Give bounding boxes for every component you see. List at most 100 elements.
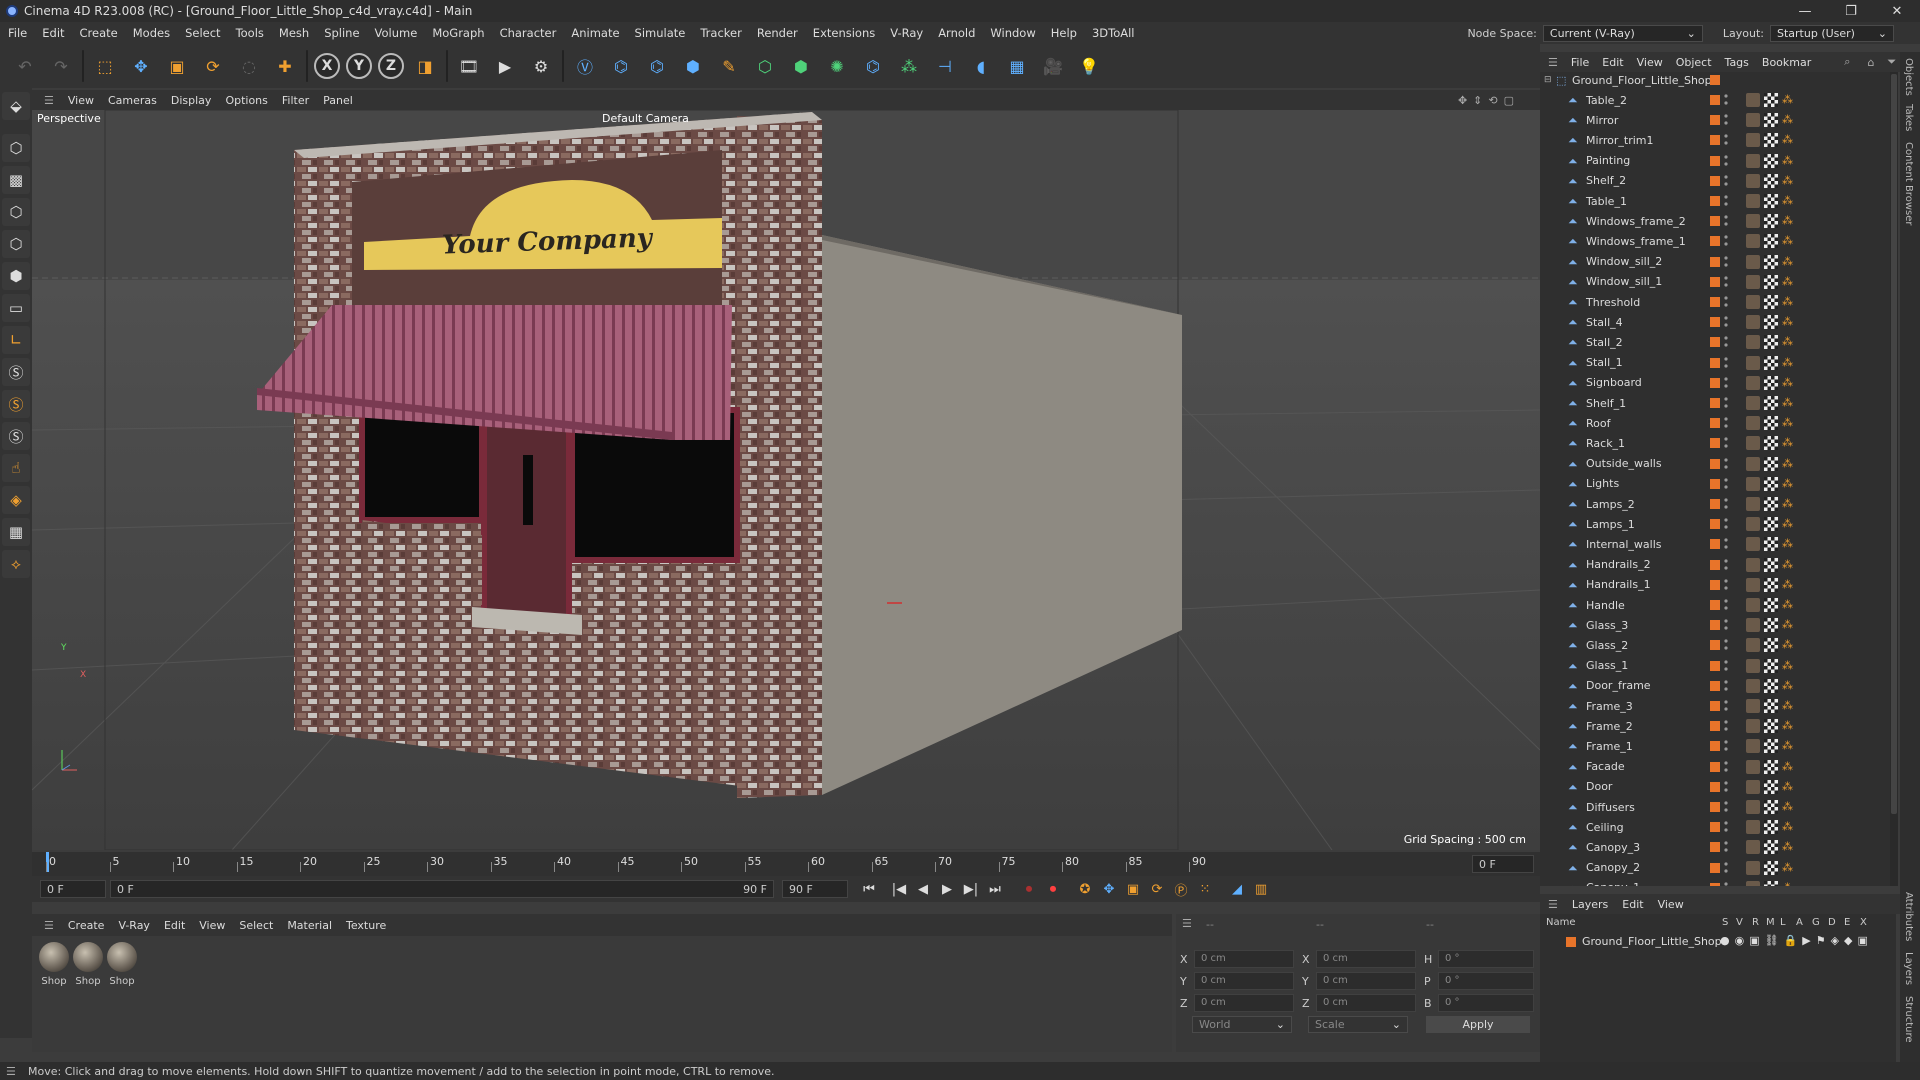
- menu-create[interactable]: Create: [80, 26, 118, 40]
- material-tag-icon[interactable]: [1746, 416, 1760, 431]
- visibility-dots-icon[interactable]: [1724, 659, 1728, 673]
- visibility-dots-icon[interactable]: [1724, 214, 1728, 228]
- material-tag-icon[interactable]: [1746, 194, 1760, 208]
- fcurve-icon[interactable]: ▥: [1250, 878, 1272, 900]
- layer-color-swatch[interactable]: [1710, 882, 1720, 886]
- scrollbar-thumb[interactable]: [1891, 74, 1897, 814]
- object-root-row[interactable]: ⊟ ⬚ Ground_Floor_Little_Shop: [1540, 72, 1886, 90]
- texture-tag-icon[interactable]: [1764, 537, 1778, 552]
- object-row[interactable]: ⏶ Windows_frame_2 ⁂: [1540, 211, 1886, 231]
- coordinate-system-icon[interactable]: ◨: [410, 51, 440, 81]
- visibility-dots-icon[interactable]: [1724, 800, 1728, 814]
- mat-menu-edit[interactable]: Edit: [164, 919, 185, 932]
- layer-row[interactable]: Ground_Floor_Little_Shop ●◉▣⛓🔒▶⚑◈◆▣: [1540, 932, 1896, 952]
- vray-tag-icon[interactable]: ⁂: [1782, 740, 1793, 751]
- hamburger-icon[interactable]: ☰: [44, 919, 54, 932]
- object-row[interactable]: ⏶ Handle ⁂: [1540, 595, 1886, 615]
- object-row[interactable]: ⏶ Table_1 ⁂: [1540, 191, 1886, 211]
- visibility-dots-icon[interactable]: [1724, 335, 1728, 349]
- material-tag-icon[interactable]: [1746, 375, 1760, 390]
- texture-tag-icon[interactable]: [1764, 295, 1778, 309]
- point-mode-icon[interactable]: ⬡: [2, 198, 30, 226]
- layer-color-swatch[interactable]: [1710, 115, 1720, 126]
- material-tag-icon[interactable]: [1746, 598, 1760, 612]
- layer-color-swatch[interactable]: [1710, 761, 1720, 772]
- menu-modes[interactable]: Modes: [133, 26, 170, 40]
- object-row[interactable]: ⏶ Shelf_2 ⁂: [1540, 171, 1886, 191]
- tab-structure[interactable]: Structure: [1903, 996, 1914, 1043]
- material-tag-icon[interactable]: [1746, 335, 1760, 350]
- move-tool-icon[interactable]: ✥: [126, 51, 156, 81]
- layer-color-swatch[interactable]: [1710, 236, 1720, 247]
- visibility-dots-icon[interactable]: [1724, 497, 1728, 511]
- vray-tag-icon[interactable]: ⁂: [1782, 417, 1793, 428]
- visibility-dots-icon[interactable]: [1724, 275, 1728, 289]
- layer-color-swatch[interactable]: [1710, 680, 1720, 691]
- go-to-end-icon[interactable]: ⏭: [984, 878, 1006, 900]
- keyframe-selection-icon[interactable]: ✪: [1074, 878, 1096, 900]
- texture-tag-icon[interactable]: [1764, 557, 1778, 572]
- 3d-viewport[interactable]: Perspective Default Camera Your Company …: [32, 110, 1540, 850]
- vray-tag-icon[interactable]: ⁂: [1782, 458, 1793, 469]
- menu-extensions[interactable]: Extensions: [813, 26, 875, 40]
- play-icon[interactable]: ▶: [936, 878, 958, 900]
- object-row[interactable]: ⏶ Painting ⁂: [1540, 151, 1886, 171]
- minimize-button[interactable]: —: [1782, 0, 1828, 22]
- material-tag-icon[interactable]: [1746, 173, 1760, 188]
- visibility-dots-icon[interactable]: [1724, 234, 1728, 248]
- object-row[interactable]: ⏶ Canopy_2 ⁂: [1540, 858, 1886, 878]
- cube-icon[interactable]: ⬢: [678, 51, 708, 81]
- menu-tools[interactable]: Tools: [236, 26, 264, 40]
- render-view-icon[interactable]: 🎞: [454, 51, 484, 81]
- coord-mode-dropdown[interactable]: World ⌄: [1192, 1016, 1292, 1033]
- vray-tag-icon[interactable]: ⁂: [1782, 256, 1793, 267]
- workplane-lock-icon[interactable]: ⟡: [2, 550, 30, 578]
- create-object-icon[interactable]: ✚: [270, 51, 300, 81]
- texture-tag-icon[interactable]: [1764, 194, 1778, 208]
- menu-mograph[interactable]: MoGraph: [432, 26, 484, 40]
- texture-tag-icon[interactable]: [1764, 840, 1778, 855]
- quantize-icon[interactable]: Ⓢ: [2, 422, 30, 450]
- object-row[interactable]: ⏶ Lights ⁂: [1540, 474, 1886, 494]
- position-y-field[interactable]: 0 cm: [1194, 972, 1294, 990]
- layer-color-swatch[interactable]: [1710, 196, 1720, 206]
- texture-tag-icon[interactable]: [1764, 719, 1778, 734]
- field-icon[interactable]: ◖: [966, 51, 996, 81]
- menu-edit[interactable]: Edit: [42, 26, 64, 40]
- vray-tag-icon[interactable]: ⁂: [1782, 94, 1793, 105]
- layer-color-swatch[interactable]: [1710, 377, 1720, 388]
- make-editable-icon[interactable]: ⬙: [2, 92, 30, 120]
- object-row[interactable]: ⏶ Outside_walls ⁂: [1540, 454, 1886, 474]
- object-row[interactable]: ⏶ Stall_4 ⁂: [1540, 312, 1886, 332]
- layer-color-swatch[interactable]: [1710, 95, 1720, 105]
- object-row[interactable]: ⏶ Canopy_1 ⁂: [1540, 878, 1886, 886]
- rotate-tool-icon[interactable]: ⟳: [198, 51, 228, 81]
- menu-tracker[interactable]: Tracker: [700, 26, 742, 40]
- frame-range-slider[interactable]: 0 F 90 F: [110, 880, 774, 898]
- layer-color-swatch[interactable]: [1710, 600, 1720, 610]
- texture-tag-icon[interactable]: [1764, 476, 1778, 491]
- extrude-icon[interactable]: ⬢: [786, 51, 816, 81]
- material-tag-icon[interactable]: [1746, 113, 1760, 128]
- render-picture-viewer-icon[interactable]: ▶: [490, 51, 520, 81]
- vray-tag-icon[interactable]: ⁂: [1782, 437, 1793, 448]
- key-position-icon[interactable]: ✥: [1098, 878, 1120, 900]
- layer-color-swatch[interactable]: [1710, 579, 1720, 590]
- layer-color-swatch[interactable]: [1566, 937, 1576, 947]
- material-tag-icon[interactable]: [1746, 678, 1760, 693]
- vray-tag-icon[interactable]: ⁂: [1782, 114, 1793, 125]
- vray-tag-icon[interactable]: ⁂: [1782, 215, 1793, 226]
- bend-deformer-icon[interactable]: ⊣: [930, 51, 960, 81]
- texture-tag-icon[interactable]: [1764, 699, 1778, 713]
- visibility-dots-icon[interactable]: [1724, 93, 1728, 107]
- material-tag-icon[interactable]: [1746, 880, 1760, 886]
- visibility-dots-icon[interactable]: [1724, 881, 1728, 886]
- menu-simulate[interactable]: Simulate: [635, 26, 686, 40]
- python-script-icon[interactable]: ⌬: [642, 51, 672, 81]
- visibility-dots-icon[interactable]: [1724, 578, 1728, 592]
- layer-color-swatch[interactable]: [1710, 317, 1720, 328]
- texture-tag-icon[interactable]: [1764, 416, 1778, 431]
- object-row[interactable]: ⏶ Rack_1 ⁂: [1540, 433, 1886, 453]
- visibility-dots-icon[interactable]: [1724, 133, 1728, 147]
- object-row[interactable]: ⏶ Lamps_2 ⁂: [1540, 494, 1886, 514]
